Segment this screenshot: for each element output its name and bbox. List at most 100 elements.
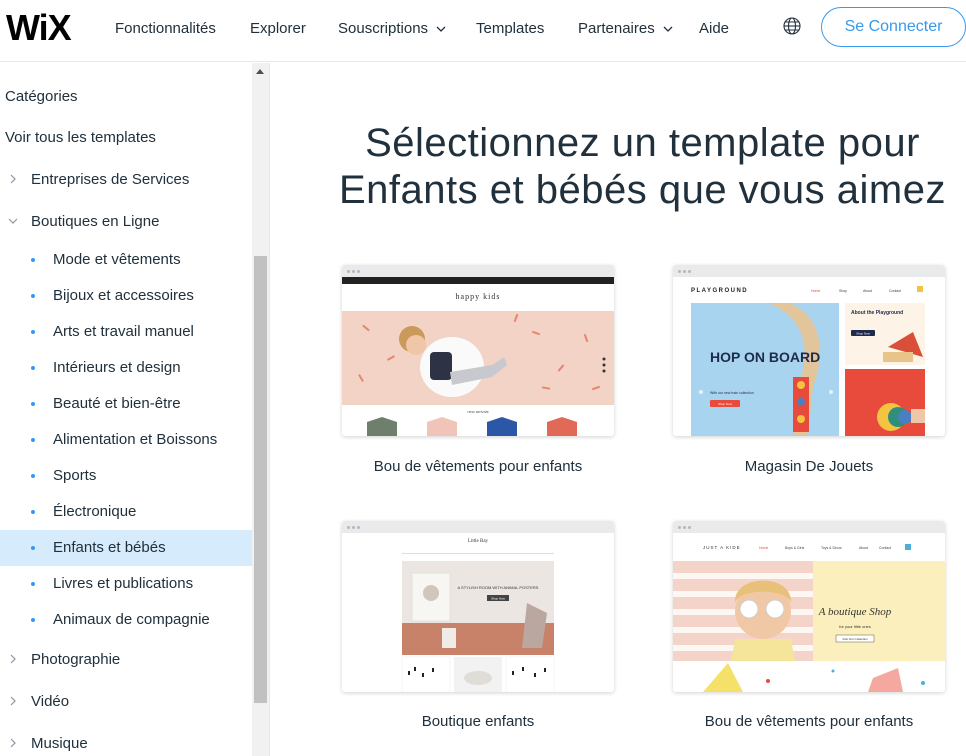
login-button[interactable]: Se Connecter xyxy=(821,7,966,47)
nav-fonctionnalites[interactable]: Fonctionnalités xyxy=(115,20,216,37)
sidebar-sub-bijoux[interactable]: Bijoux et accessoires xyxy=(0,278,252,314)
nav-templates[interactable]: Templates xyxy=(476,20,544,37)
sidebar-sub-electronique[interactable]: Électronique xyxy=(0,494,252,530)
preview-side-title: About the Playground xyxy=(851,310,903,316)
template-preview: JUST A KIDE Home Boys & Girls Toys & Dec… xyxy=(673,533,945,692)
preview-hero-text: A STYLISH ROOM WITH ANIMAL POSTERS xyxy=(458,585,539,590)
sidebar-sub-mode[interactable]: Mode et vêtements xyxy=(0,242,252,278)
template-card-playground[interactable]: PLAYGROUND Home Shop About Contact HOP O… xyxy=(673,265,945,436)
bullet-icon xyxy=(31,366,35,370)
preview-brand-text: PLAYGROUND xyxy=(691,288,748,294)
bullet-icon xyxy=(31,474,35,478)
sidebar-sub-label: Arts et travail manuel xyxy=(53,323,194,340)
bullet-icon xyxy=(31,618,35,622)
chevron-right-icon xyxy=(10,696,16,706)
preview-nav-text: Home xyxy=(811,289,820,293)
template-card-happy-kids[interactable]: happy kids new arrivals xyxy=(342,265,614,436)
preview-nav-text: Boys & Girls xyxy=(785,546,805,550)
sidebar-sub-enfants[interactable]: Enfants et bébés xyxy=(0,530,252,566)
sidebar-sub-label: Sports xyxy=(53,467,97,484)
template-preview: Little Bay A STYLISH ROOM WITH ANIMAL PO… xyxy=(342,533,614,692)
sidebar-categories-title: Catégories xyxy=(5,88,78,105)
sidebar-sub-arts[interactable]: Arts et travail manuel xyxy=(0,314,252,350)
sidebar-category-photographie[interactable]: Photographie xyxy=(0,651,252,668)
preview-hero-text: A boutique Shop xyxy=(818,606,892,618)
sidebar-sub-sports[interactable]: Sports xyxy=(0,458,252,494)
chevron-down-icon xyxy=(436,26,446,32)
chevron-right-icon xyxy=(10,738,16,748)
sidebar-sub-label: Alimentation et Boissons xyxy=(53,431,218,448)
browser-bar xyxy=(673,265,945,277)
preview-playground: PLAYGROUND Home Shop About Contact HOP O… xyxy=(673,277,945,436)
site-header: WiX Fonctionnalités Explorer Souscriptio… xyxy=(0,0,966,62)
preview-cta: Visit Our Collection xyxy=(842,637,868,641)
sidebar-category-label: Boutiques en Ligne xyxy=(31,213,160,230)
sidebar-category-label: Musique xyxy=(31,735,88,752)
bullet-icon xyxy=(31,294,35,298)
preview-brand-text: happy kids xyxy=(456,292,501,301)
sidebar-sub-label: Électronique xyxy=(53,503,137,520)
preview-nav-text: Contact xyxy=(889,289,901,293)
preview-hero-text: HOP ON BOARD xyxy=(710,349,820,365)
sidebar-category-boutiques[interactable]: Boutiques en Ligne xyxy=(0,213,252,230)
wix-logo[interactable]: WiX xyxy=(6,10,84,44)
template-card-just-a-kide[interactable]: JUST A KIDE Home Boys & Girls Toys & Dec… xyxy=(673,521,945,692)
category-sidebar: Catégories Voir tous les templates Entre… xyxy=(0,63,270,756)
template-label[interactable]: Magasin De Jouets xyxy=(673,458,945,475)
template-label[interactable]: Bou de vêtements pour enfants xyxy=(673,713,945,730)
nav-partenaires[interactable]: Partenaires xyxy=(578,20,673,37)
chevron-right-icon xyxy=(10,174,16,184)
bullet-icon xyxy=(31,510,35,514)
preview-happy-kids: happy kids new arrivals xyxy=(342,277,614,436)
sidebar-category-label: Photographie xyxy=(31,651,121,668)
nav-souscriptions[interactable]: Souscriptions xyxy=(338,20,446,37)
nav-souscriptions-label: Souscriptions xyxy=(338,20,429,37)
sidebar-sub-interieurs[interactable]: Intérieurs et design xyxy=(0,350,252,386)
bullet-icon xyxy=(31,258,35,262)
scrollbar-thumb[interactable] xyxy=(254,256,267,703)
bullet-icon xyxy=(31,582,35,586)
template-preview: happy kids new arrivals xyxy=(342,277,614,436)
sidebar-sub-label: Enfants et bébés xyxy=(53,539,166,556)
sidebar-scrollbar[interactable] xyxy=(252,63,269,756)
nav-aide[interactable]: Aide xyxy=(699,20,729,37)
preview-nav-text: About xyxy=(859,546,868,550)
preview-nav-text: Contact xyxy=(879,546,891,550)
preview-little-bay: Little Bay A STYLISH ROOM WITH ANIMAL PO… xyxy=(342,533,614,692)
sidebar-category-label: Entreprises de Services xyxy=(31,171,190,188)
sidebar-sub-livres[interactable]: Livres et publications xyxy=(0,566,252,602)
sidebar-category-label: Vidéo xyxy=(31,693,70,710)
sidebar-sub-animaux[interactable]: Animaux de compagnie xyxy=(0,602,252,638)
sidebar-category-services[interactable]: Entreprises de Services xyxy=(0,171,252,188)
preview-hero-sub: With our new train collection xyxy=(710,391,754,395)
sidebar-sub-label: Beauté et bien-être xyxy=(53,395,181,412)
bullet-icon xyxy=(31,402,35,406)
template-label[interactable]: Boutique enfants xyxy=(342,713,614,730)
bullet-icon xyxy=(31,546,35,550)
chevron-down-icon xyxy=(663,26,673,32)
preview-nav-text: Home xyxy=(759,546,768,550)
template-label[interactable]: Bou de vêtements pour enfants xyxy=(342,458,614,475)
template-card-little-bay[interactable]: Little Bay A STYLISH ROOM WITH ANIMAL PO… xyxy=(342,521,614,692)
sidebar-category-musique[interactable]: Musique xyxy=(0,735,252,752)
sidebar-category-video[interactable]: Vidéo xyxy=(0,693,252,710)
preview-just-a-kide: JUST A KIDE Home Boys & Girls Toys & Dec… xyxy=(673,533,945,692)
preview-nav-text: Shop xyxy=(839,289,847,293)
scroll-up-arrow-icon[interactable] xyxy=(256,69,264,74)
preview-cta: Shop Now xyxy=(491,597,506,601)
globe-icon[interactable] xyxy=(782,16,802,36)
chevron-down-icon xyxy=(8,218,18,224)
sidebar-sub-alimentation[interactable]: Alimentation et Boissons xyxy=(0,422,252,458)
sidebar-sub-beaute[interactable]: Beauté et bien-être xyxy=(0,386,252,422)
page-title-line1: Sélectionnez un template pour xyxy=(365,121,920,165)
sidebar-all-templates-link[interactable]: Voir tous les templates xyxy=(5,129,156,146)
browser-bar xyxy=(342,265,614,277)
template-preview: PLAYGROUND Home Shop About Contact HOP O… xyxy=(673,277,945,436)
preview-section-text: new arrivals xyxy=(467,409,488,414)
nav-explorer[interactable]: Explorer xyxy=(250,20,306,37)
preview-nav-text: About xyxy=(863,289,872,293)
sidebar-sub-label: Livres et publications xyxy=(53,575,194,592)
chevron-right-icon xyxy=(10,654,16,664)
browser-bar xyxy=(342,521,614,533)
preview-hero-sub: for your little ones xyxy=(839,624,871,629)
